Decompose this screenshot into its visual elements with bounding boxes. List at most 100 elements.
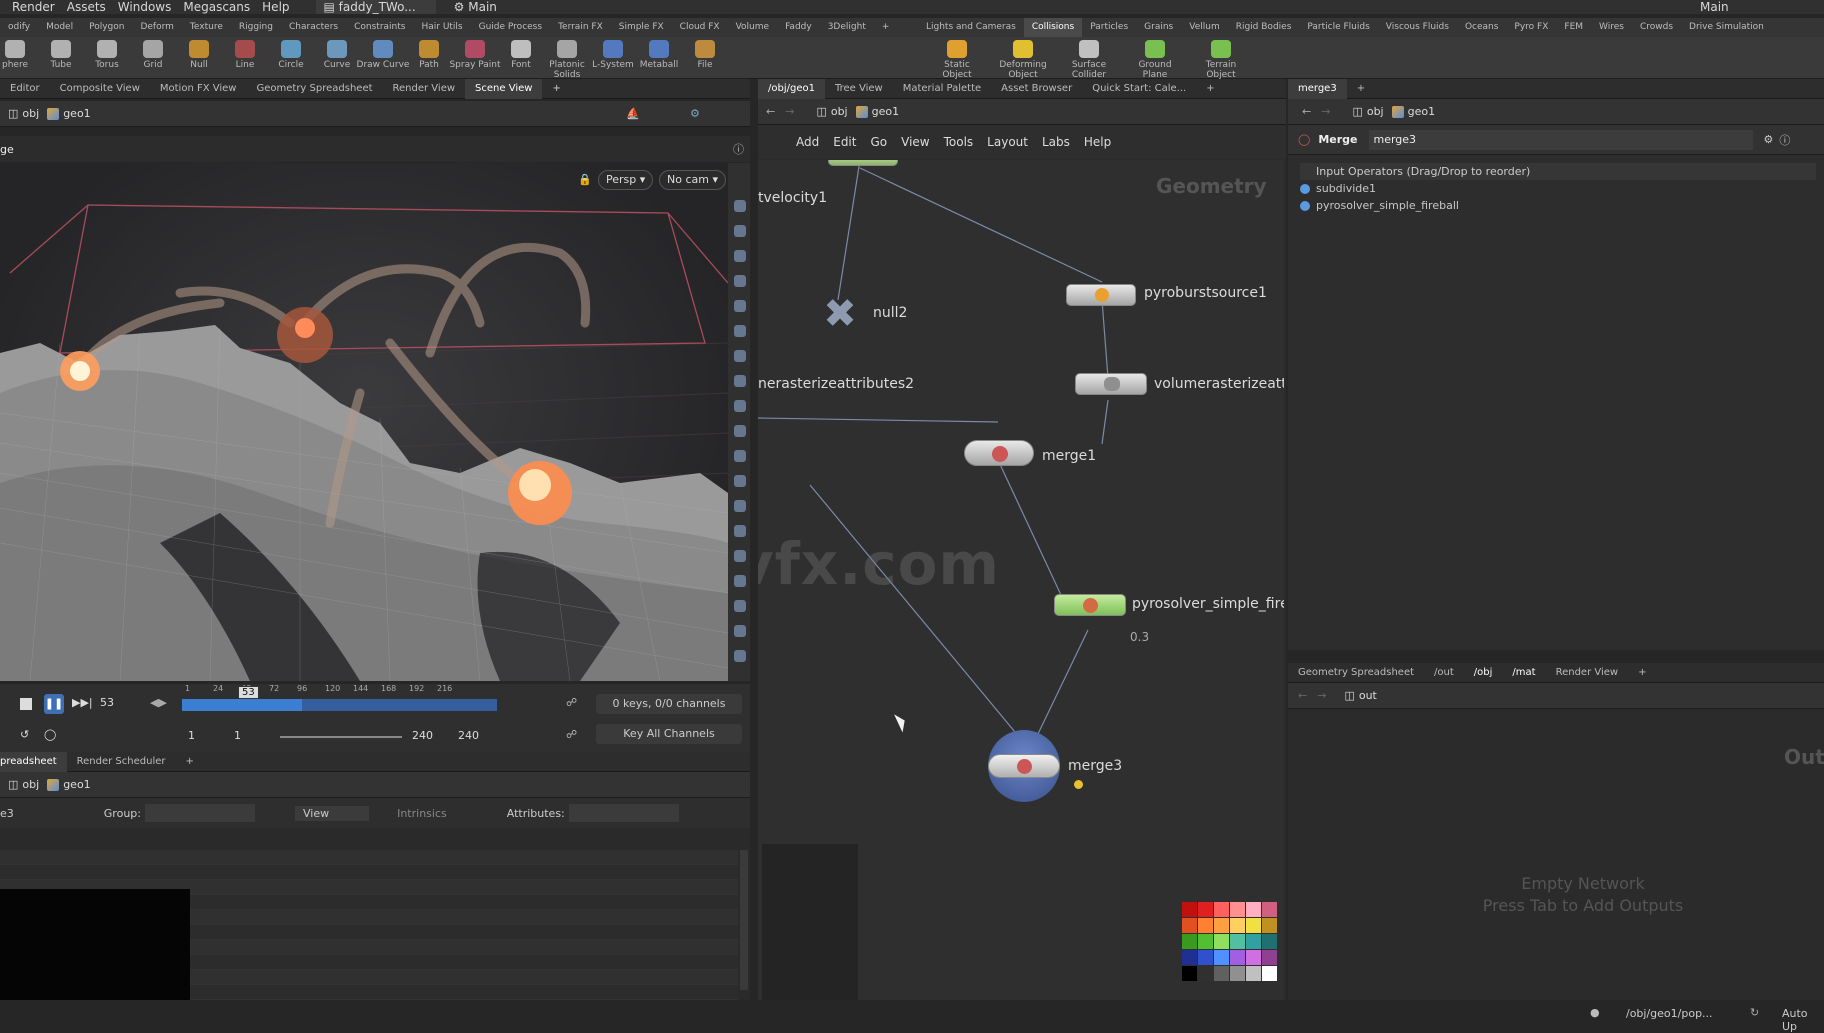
viewport-tool-icon[interactable] xyxy=(734,625,746,637)
attributes-field[interactable] xyxy=(568,804,679,822)
network-menu-item[interactable]: View xyxy=(901,135,929,149)
tab-asset-browser[interactable]: Asset Browser xyxy=(991,79,1082,99)
tab-obj[interactable]: /obj xyxy=(1464,663,1503,683)
viewport-tool-icon[interactable] xyxy=(734,400,746,412)
tool-button[interactable]: Deforming Object xyxy=(996,39,1050,80)
color-swatch[interactable] xyxy=(1230,950,1245,965)
shelf-tab[interactable]: Collisions xyxy=(1023,18,1083,37)
color-swatch[interactable] xyxy=(1182,918,1197,933)
color-swatch[interactable] xyxy=(1198,902,1213,917)
loop-icon[interactable]: ↺ xyxy=(20,728,29,741)
shelf-tab[interactable]: Lights and Cameras xyxy=(918,18,1024,37)
tab-geometry-spreadsheet[interactable]: Geometry Spreadsheet xyxy=(246,79,382,99)
key-all-channels-button[interactable]: Key All Channels xyxy=(596,724,742,744)
add-tab-icon[interactable]: + xyxy=(1628,663,1656,683)
shelf-tab[interactable]: Cloud FX xyxy=(672,18,728,37)
color-swatch[interactable] xyxy=(1230,966,1245,981)
scene-viewport[interactable]: 🔒 xyxy=(0,163,728,681)
refresh-icon[interactable]: ↻ xyxy=(1750,1006,1759,1019)
viewport-tool-icon[interactable] xyxy=(734,225,746,237)
viewport-tool-icon[interactable] xyxy=(734,425,746,437)
viewport-tool-icon[interactable] xyxy=(734,650,746,662)
op-name-field[interactable]: merge3 xyxy=(1369,129,1754,150)
desktop-right-label[interactable]: Main xyxy=(1700,0,1729,14)
shelf-tab[interactable]: Constraints xyxy=(346,18,413,37)
color-swatch[interactable] xyxy=(1246,950,1261,965)
node-pyroburstsource1[interactable] xyxy=(1066,284,1136,306)
spreadsheet-scrollbar[interactable] xyxy=(740,850,748,990)
color-swatch[interactable] xyxy=(1182,950,1197,965)
viewport-tool-icon[interactable] xyxy=(734,450,746,462)
forward-icon[interactable]: → xyxy=(785,105,794,118)
color-swatch[interactable] xyxy=(1214,934,1229,949)
path-geo[interactable]: geo1 xyxy=(1391,105,1435,118)
input-item[interactable]: subdivide1 xyxy=(1300,180,1816,197)
color-swatch[interactable] xyxy=(1262,934,1277,949)
node-pyrosolver[interactable] xyxy=(1054,594,1126,616)
tab-obj-geo1[interactable]: /obj/geo1 xyxy=(758,78,825,99)
shelf-tab[interactable]: Simple FX xyxy=(611,18,672,37)
view-dropdown[interactable]: View xyxy=(294,805,370,821)
color-swatch[interactable] xyxy=(1182,902,1197,917)
color-swatch[interactable] xyxy=(1262,902,1277,917)
tab-spreadsheet[interactable]: preadsheet xyxy=(0,751,67,772)
auto-update-button[interactable]: Auto Up xyxy=(1782,1007,1824,1033)
tab-material-palette[interactable]: Material Palette xyxy=(893,79,991,99)
current-frame-marker[interactable]: 53 xyxy=(238,686,259,699)
color-swatch[interactable] xyxy=(1182,966,1197,981)
color-swatch[interactable] xyxy=(1198,934,1213,949)
add-tab-icon[interactable]: + xyxy=(542,79,570,99)
help-icon[interactable]: ⓘ xyxy=(733,141,744,157)
end-frame-field[interactable]: 240 xyxy=(412,729,433,742)
shelf-tab[interactable]: Hair Utils xyxy=(413,18,470,37)
shelf-tab[interactable]: Crowds xyxy=(1632,18,1681,37)
network-menu-item[interactable]: Labs xyxy=(1042,135,1070,149)
color-swatch[interactable] xyxy=(1198,950,1213,965)
color-swatch[interactable] xyxy=(1246,918,1261,933)
menu-render[interactable]: Render xyxy=(12,0,55,14)
shelf-tab[interactable]: Vellum xyxy=(1181,18,1227,37)
back-icon[interactable]: ← xyxy=(766,105,775,118)
group-field[interactable] xyxy=(144,804,255,822)
add-tab-icon[interactable]: + xyxy=(1347,79,1375,99)
shelf-tab[interactable]: Particle Fluids xyxy=(1299,18,1377,37)
play-button[interactable]: ❚❚ xyxy=(44,694,64,714)
menu-megascans[interactable]: Megascans xyxy=(183,0,250,14)
shelf-tab[interactable]: Volume xyxy=(728,18,777,37)
start-frame-field[interactable]: 1 xyxy=(188,729,195,742)
keys-field[interactable]: 0 keys, 0/0 channels xyxy=(596,694,742,714)
tool-button[interactable]: Terrain Object xyxy=(1194,39,1248,80)
viewport-tool-icon[interactable] xyxy=(734,575,746,587)
path-geo[interactable]: geo1 xyxy=(47,778,91,791)
shelf-tab[interactable]: Particles xyxy=(1082,18,1136,37)
viewport-tool-icon[interactable] xyxy=(734,525,746,537)
viewport-tool-icon[interactable] xyxy=(734,475,746,487)
shelf-tab[interactable]: Guide Process xyxy=(471,18,550,37)
key-all-icon[interactable]: ☍ xyxy=(566,728,577,741)
add-tab-icon[interactable]: + xyxy=(1196,79,1224,99)
path-obj[interactable]: ◫ obj xyxy=(1352,105,1383,118)
shelf-tab[interactable]: Drive Simulation xyxy=(1681,18,1772,37)
color-palette[interactable] xyxy=(1182,902,1282,1000)
path-obj[interactable]: ◫ obj xyxy=(8,778,39,791)
shelf-tab[interactable]: Characters xyxy=(281,18,346,37)
menu-assets[interactable]: Assets xyxy=(67,0,106,14)
color-swatch[interactable] xyxy=(1246,966,1261,981)
path-geo[interactable]: geo1 xyxy=(855,105,899,118)
color-swatch[interactable] xyxy=(1214,950,1229,965)
shelf-tab[interactable]: Oceans xyxy=(1457,18,1506,37)
menu-windows[interactable]: Windows xyxy=(118,0,172,14)
shelf-tab[interactable]: Rigging xyxy=(231,18,281,37)
network-menu-item[interactable]: Go xyxy=(870,135,887,149)
node-velocity-top[interactable] xyxy=(828,160,898,166)
node-merge3[interactable] xyxy=(988,730,1060,802)
tab-motion-fx[interactable]: Motion FX View xyxy=(150,79,247,99)
viewport-tool-icon[interactable] xyxy=(734,500,746,512)
color-swatch[interactable] xyxy=(1230,934,1245,949)
back-icon[interactable]: ← xyxy=(1302,105,1311,118)
shelf-tab[interactable]: Rigid Bodies xyxy=(1228,18,1300,37)
tool-button[interactable]: Static Object xyxy=(930,39,984,80)
tool-button[interactable]: File xyxy=(678,39,732,70)
tab-quick-start[interactable]: Quick Start: Cale... xyxy=(1082,79,1196,99)
viewport-tool-icon[interactable] xyxy=(734,375,746,387)
